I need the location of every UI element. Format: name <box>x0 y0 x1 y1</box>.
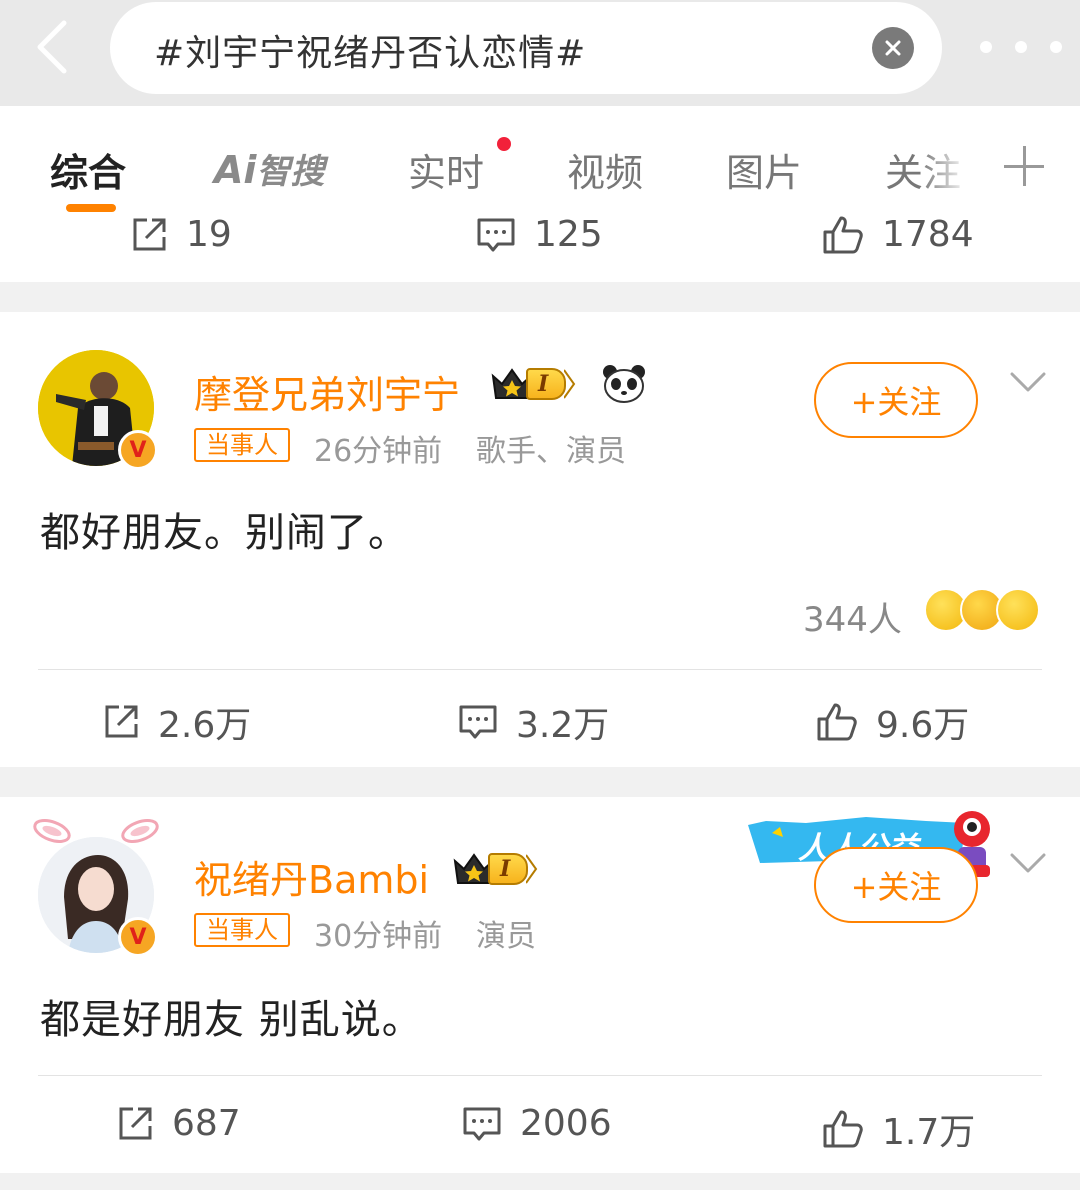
tab-video[interactable]: 视频 <box>567 142 643 197</box>
thumbs-up-icon <box>817 703 857 741</box>
tab-overflow-fade <box>920 136 990 196</box>
chevron-down-icon[interactable] <box>1008 368 1048 398</box>
follow-button-label: +关注 <box>850 383 942 421</box>
comment-count: 2006 <box>520 1103 612 1144</box>
like-count: 1784 <box>882 216 974 255</box>
tab-ai-search[interactable]: Ai 智搜 <box>214 144 324 193</box>
post-card: V 祝绪丹Bambi I 当事人 30分钟前 演员 人人公益 +关注 都是好朋友… <box>0 797 1080 1173</box>
post-content: 都好朋友。别闹了。 <box>40 510 409 556</box>
chevron-down-icon[interactable] <box>1008 849 1048 879</box>
search-tabs: 综合 Ai 智搜 实时 视频 图片 关注 <box>0 106 1080 216</box>
follow-button-label: +关注 <box>850 868 942 906</box>
search-input[interactable]: #刘宇宁祝绪丹否认恋情# <box>110 2 942 94</box>
thumbs-up-icon <box>823 1110 863 1148</box>
more-dot-icon <box>1050 41 1062 53</box>
divider <box>38 669 1042 670</box>
more-options-button[interactable] <box>980 32 1062 62</box>
reaction-count[interactable]: 344人 <box>803 592 902 641</box>
active-tab-indicator <box>66 204 116 212</box>
chevron-left-icon <box>37 20 67 74</box>
unread-dot <box>497 137 511 151</box>
member-level-badge[interactable]: I <box>452 851 538 887</box>
ai-logo: Ai <box>214 148 257 192</box>
like-button[interactable]: 1784 <box>822 216 974 255</box>
post-time: 30分钟前 <box>314 919 443 954</box>
search-query: #刘宇宁祝绪丹否认恋情# <box>154 33 587 74</box>
comment-count: 125 <box>534 216 603 255</box>
repost-button[interactable]: 19 <box>130 216 232 255</box>
like-count: 9.6万 <box>876 705 970 746</box>
close-icon <box>885 40 901 56</box>
surprised-emoji-icon <box>996 588 1040 632</box>
level-label: I <box>526 368 567 400</box>
panda-icon <box>603 365 645 403</box>
repost-button[interactable]: 2.6万 <box>102 696 251 748</box>
add-tab-button[interactable] <box>1004 146 1044 186</box>
role-tag: 当事人 <box>194 428 290 462</box>
more-dot-icon <box>1015 41 1027 53</box>
repost-icon <box>133 218 166 250</box>
tag-arrow-icon <box>526 854 538 884</box>
comment-button[interactable]: 3.2万 <box>458 696 609 748</box>
comment-icon <box>459 705 497 739</box>
post-author-name[interactable]: 摩登兄弟刘宇宁 <box>194 364 460 419</box>
level-label: I <box>488 853 529 885</box>
like-button[interactable]: 1.7万 <box>822 1103 975 1155</box>
role-tag: 当事人 <box>194 913 290 947</box>
follow-button[interactable]: +关注 <box>814 847 978 923</box>
tab-all[interactable]: 综合 <box>50 142 126 197</box>
comment-count: 3.2万 <box>516 705 610 746</box>
more-dot-icon <box>980 41 992 53</box>
follow-button[interactable]: +关注 <box>814 362 978 438</box>
comment-button[interactable]: 125 <box>476 216 603 255</box>
author-description: 歌手、演员 <box>476 434 626 469</box>
previous-post-stats: 19 125 1784 <box>0 216 1080 276</box>
comment-icon <box>463 1107 501 1140</box>
member-level-badge[interactable]: I <box>490 366 576 402</box>
comment-button[interactable]: 2006 <box>462 1103 612 1144</box>
post-time: 26分钟前 <box>314 434 443 469</box>
verified-badge-icon: V <box>118 917 158 957</box>
repost-icon <box>105 705 138 738</box>
like-count: 1.7万 <box>882 1112 976 1153</box>
tab-realtime[interactable]: 实时 <box>408 142 484 197</box>
post-author-name[interactable]: 祝绪丹Bambi <box>194 849 429 904</box>
clear-search-button[interactable] <box>872 27 914 69</box>
divider <box>38 1075 1042 1076</box>
back-button[interactable] <box>22 14 82 80</box>
repost-count: 2.6万 <box>158 705 252 746</box>
previous-post-card: 19 125 1784 <box>0 216 1080 282</box>
tab-images[interactable]: 图片 <box>726 142 802 197</box>
post-card: V 摩登兄弟刘宇宁 I 当事人 26分钟前 歌手、演员 +关注 都好朋友。别闹了… <box>0 312 1080 767</box>
author-description: 演员 <box>476 919 536 954</box>
like-button[interactable]: 9.6万 <box>816 696 969 748</box>
verified-badge-icon: V <box>118 430 158 470</box>
repost-count: 687 <box>172 1103 241 1144</box>
repost-icon <box>119 1107 152 1139</box>
repost-count: 19 <box>186 216 232 255</box>
tab-ai-search-label: 智搜 <box>256 152 325 192</box>
top-bar: #刘宇宁祝绪丹否认恋情# <box>0 0 1080 106</box>
comment-icon <box>477 218 515 251</box>
thumbs-up-icon <box>823 216 863 253</box>
repost-button[interactable]: 687 <box>116 1103 241 1144</box>
post-content: 都是好朋友 别乱说。 <box>40 997 423 1043</box>
tag-arrow-icon <box>564 369 576 399</box>
